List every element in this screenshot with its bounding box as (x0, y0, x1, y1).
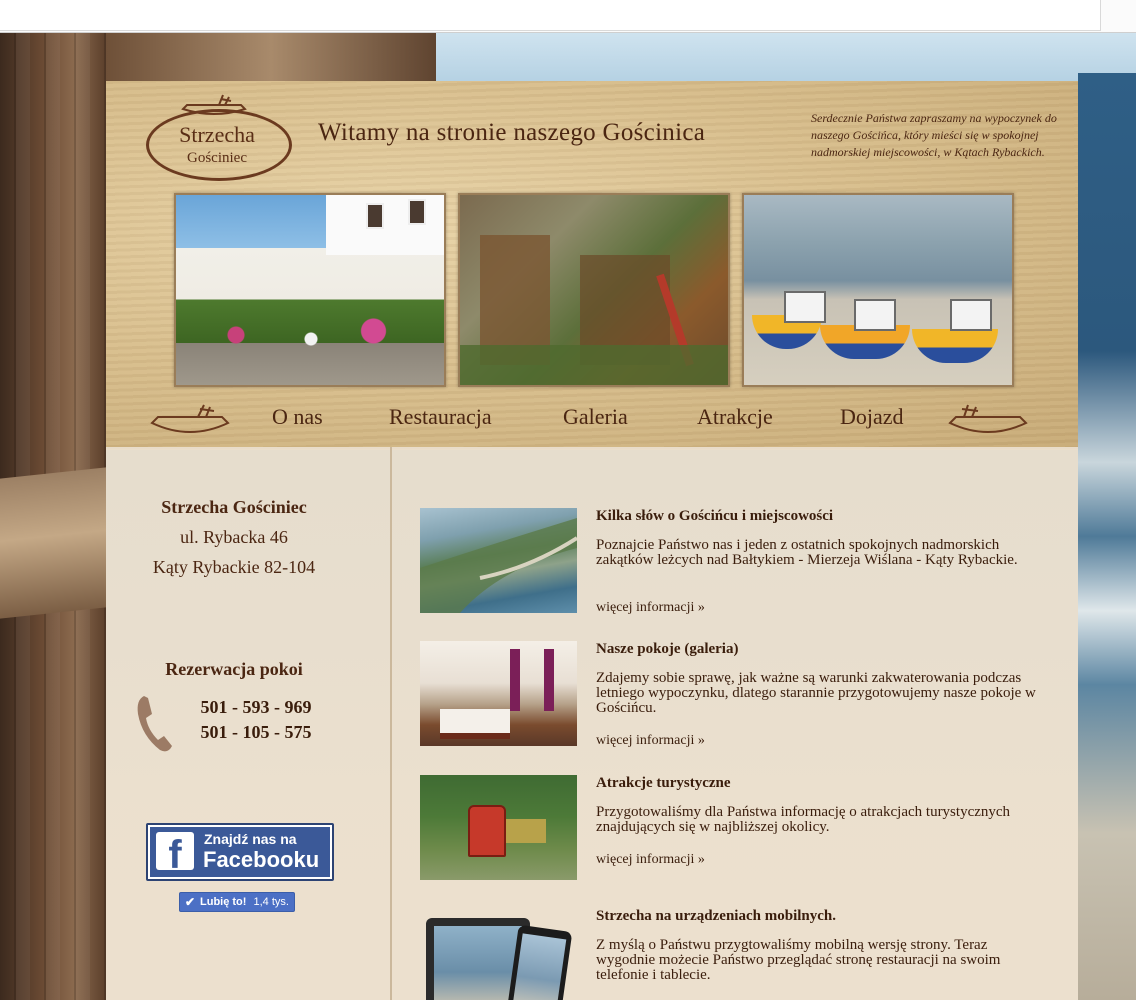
article-desc: Z myślą o Państwu przygtowaliśmy mobilną… (596, 937, 1001, 983)
house-wall (326, 195, 444, 255)
sea-right (1078, 73, 1136, 1000)
phone-number-2[interactable]: 501 - 105 - 575 (106, 722, 390, 743)
house-window (366, 203, 384, 229)
flower-bed (186, 315, 436, 355)
facebook-icon: f (156, 832, 194, 870)
content-area: Strzecha Gościniec ul. Rybacka 46 Kąty R… (106, 447, 1078, 1000)
page-title: Witamy na stronie naszego Gościnica (318, 119, 706, 146)
fence-rail (0, 467, 106, 619)
phone-screen (511, 933, 567, 1000)
article-1: Kilka słów o Gościńcu i miejscowości Poz… (420, 508, 1060, 628)
facebook-line2: Facebooku (203, 847, 320, 872)
article-thumb-aerial[interactable] (420, 508, 577, 613)
article-title[interactable]: Kilka słów o Gościńcu i miejscowości (596, 508, 833, 525)
nav-o-nas[interactable]: O nas (272, 404, 323, 430)
train (468, 805, 506, 857)
business-name: Strzecha Gościniec (161, 497, 307, 517)
curtain (544, 649, 554, 711)
nav-galeria[interactable]: Galeria (563, 404, 628, 430)
browser-chrome (0, 0, 1136, 33)
address-bar[interactable] (0, 0, 1101, 31)
article-desc: Zdajemy sobie sprawę, jak ważne są warun… (596, 670, 1036, 716)
article-title[interactable]: Atrakcje turystyczne (596, 775, 731, 792)
site-logo[interactable]: Strzecha Gościniec (144, 93, 292, 185)
reservation-title: Rezerwacja pokoi (165, 659, 303, 679)
curtain (510, 649, 520, 711)
header: Strzecha Gościniec Witamy na stronie nas… (106, 81, 1078, 449)
nav-restauracja[interactable]: Restauracja (389, 404, 492, 430)
article-thumb-train[interactable] (420, 775, 577, 880)
aerial-illustration (420, 518, 577, 613)
logo-name: Strzecha (179, 122, 255, 147)
boat-left-icon (150, 404, 230, 433)
more-link[interactable]: więcej informacji » (596, 733, 705, 749)
boat-cabin (784, 291, 826, 323)
article-desc: Przygotowaliśmy dla Państwa informację o… (596, 804, 1011, 835)
more-link[interactable]: więcej informacji » (596, 600, 705, 616)
train-car (506, 819, 546, 843)
fence-top (106, 33, 436, 83)
article-4: Strzecha na urządzeniach mobilnych. Z my… (420, 908, 1060, 1000)
check-icon: ✔ (185, 895, 196, 909)
address-street: ul. Rybacka 46 (180, 527, 288, 547)
nav-atrakcje[interactable]: Atrakcje (697, 404, 773, 430)
photo-house[interactable] (174, 193, 446, 387)
article-title[interactable]: Nasze pokoje (galeria) (596, 641, 738, 658)
more-link[interactable]: więcej informacji » (596, 852, 705, 868)
article-thumb-devices[interactable] (420, 918, 577, 1000)
photo-boats[interactable] (742, 193, 1014, 387)
house-window (408, 199, 426, 225)
article-title[interactable]: Strzecha na urządzeniach mobilnych. (596, 908, 836, 925)
photo-playground[interactable] (458, 193, 730, 387)
like-count: 1,4 tys. (253, 896, 289, 908)
sidebar: Strzecha Gościniec ul. Rybacka 46 Kąty R… (106, 447, 392, 1000)
boat-cabin (854, 299, 896, 331)
like-label: Lubię to! (200, 896, 247, 908)
page-panel: Strzecha Gościniec Witamy na stronie nas… (106, 81, 1078, 1000)
nav-dojazd[interactable]: Dojazd (840, 404, 904, 430)
boat-cabin (950, 299, 992, 331)
like-button[interactable]: ✔ Lubię to! 1,4 tys. (179, 892, 295, 912)
main-nav: O nas Restauracja Galeria Atrakcje Dojaz… (106, 397, 1078, 441)
article-2: Nasze pokoje (galeria) Zdajemy sobie spr… (420, 641, 1060, 761)
bed (440, 709, 510, 739)
article-3: Atrakcje turystyczne Przygotowaliśmy dla… (420, 775, 1060, 895)
facebook-button[interactable]: f Znajdź nas na Facebooku (146, 823, 334, 881)
address-city: Kąty Rybackie 82-104 (152, 557, 316, 577)
welcome-text: Serdecznie Państwa zapraszamy na wypoczy… (811, 111, 1057, 159)
boat-blue (912, 329, 998, 363)
main-column: Kilka słów o Gościńcu i miejscowości Poz… (392, 447, 1078, 1000)
playground-illustration (460, 235, 728, 385)
article-thumb-room[interactable] (420, 641, 577, 746)
facebook-line1: Znajdź nas na (204, 831, 297, 847)
article-desc: Poznajcie Państwo nas i jeden z ostatnic… (596, 537, 1018, 568)
phone-number-1[interactable]: 501 - 593 - 969 (106, 697, 390, 718)
logo-subtitle: Gościniec (187, 150, 247, 166)
boat-right-icon (948, 404, 1028, 433)
